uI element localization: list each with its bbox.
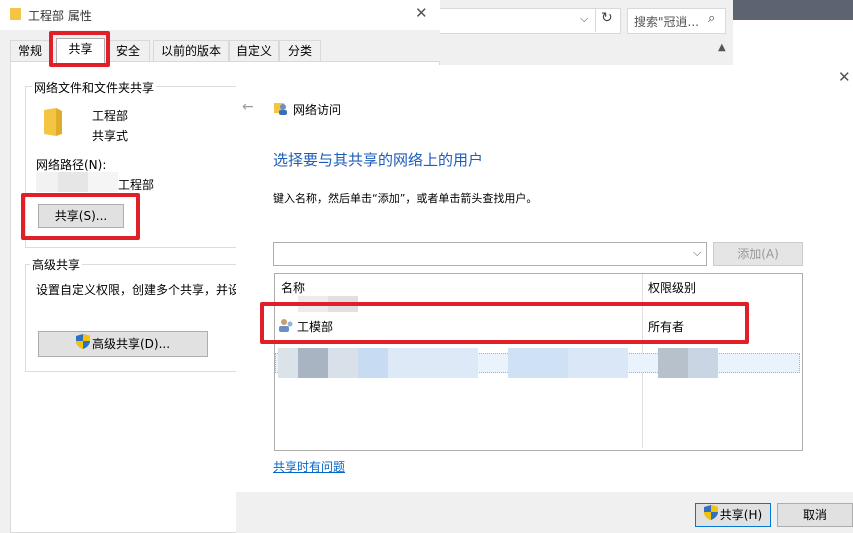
back-arrow-icon[interactable]: ← [242,99,254,115]
search-icon[interactable]: ⌕ [708,11,715,26]
address-bar[interactable] [440,8,621,34]
highlight-user-row [260,302,749,344]
uac-shield-icon [75,333,90,357]
refresh-icon[interactable]: ↻ [601,10,613,26]
tab-label: 自定义 [235,44,272,58]
redacted-block [88,172,118,192]
highlight-share-button [21,193,140,240]
search-input[interactable]: 搜索"冠逍... ⌕ [627,8,726,34]
tab-label: 共享 [68,42,93,56]
tab-label: 常规 [17,44,42,58]
scroll-up-button[interactable]: ▲ [712,38,733,65]
share-confirm-button[interactable]: 共享(H) [695,503,771,527]
chevron-down-icon[interactable]: ⌵ [580,12,588,26]
column-header-permission[interactable]: 权限级别 [648,279,696,296]
folder-icon [42,107,64,137]
tab-label: 以前的版本 [160,44,221,58]
redacted-block [328,348,358,378]
network-users-icon [274,101,290,115]
network-path-label: 网络路径(N): [36,158,107,172]
explorer-dark-strip [733,0,853,20]
address-divider [595,8,596,32]
add-button-label: 添加(A) [737,247,779,261]
tab-customize[interactable]: 自定义 [229,40,279,62]
cancel-button[interactable]: 取消 [777,503,853,527]
advanced-sharing-button[interactable]: 高级共享(D)... [38,331,208,357]
advanced-sharing-button-label: 高级共享(D)... [91,337,171,351]
redacted-block [36,172,58,192]
redacted-block [298,348,328,378]
tab-sharing[interactable]: 共享 [56,38,105,63]
properties-titlebar: 工程部 属性 ✕ [0,0,440,30]
tab-label: 分类 [287,44,312,58]
dialog-title: 网络访问 [293,103,342,117]
add-button[interactable]: 添加(A) [713,242,803,266]
tab-security[interactable]: 安全 [106,40,150,62]
user-name-combobox[interactable]: ⌵ [273,242,707,266]
uac-shield-icon [703,504,718,527]
search-placeholder: 搜索"冠逍... [634,15,699,29]
redacted-block [568,348,628,378]
redacted-block [688,348,718,378]
tab-classification[interactable]: 分类 [279,40,321,62]
chevron-down-icon[interactable]: ⌵ [693,246,701,260]
dialog-instruction: 键入名称，然后单击“添加”，或者单击箭头查找用户。 [273,192,538,205]
redacted-block [358,348,388,378]
redacted-block [58,172,88,192]
dialog-heading: 选择要与其共享的网络上的用户 [273,151,484,169]
column-header-name[interactable]: 名称 [281,279,305,296]
network-sharing-group-label: 网络文件和文件夹共享 [32,79,157,96]
folder-icon [10,8,21,20]
window-title: 工程部 属性 [28,9,92,23]
close-icon[interactable]: ✕ [415,4,428,22]
network-path-value: 工程部 [118,178,155,192]
folder-name: 工程部 [92,109,129,123]
redacted-block [388,348,478,378]
trouble-sharing-link[interactable]: 共享时有问题 [273,458,345,475]
advanced-sharing-description: 设置自定义权限，创建多个共享，并设 [36,283,241,297]
redacted-block [278,348,298,378]
share-confirm-label: 共享(H) [719,508,763,522]
redacted-block [508,348,568,378]
close-icon[interactable]: ✕ [838,68,851,86]
folder-share-state: 共享式 [92,129,129,143]
tab-general[interactable]: 常规 [10,40,50,62]
scroll-up-icon: ▲ [718,42,726,53]
redacted-block [658,348,688,378]
tab-previous-versions[interactable]: 以前的版本 [153,40,229,62]
tab-label: 安全 [115,44,140,58]
advanced-sharing-group-label: 高级共享 [30,256,83,273]
cancel-button-label: 取消 [802,508,827,522]
